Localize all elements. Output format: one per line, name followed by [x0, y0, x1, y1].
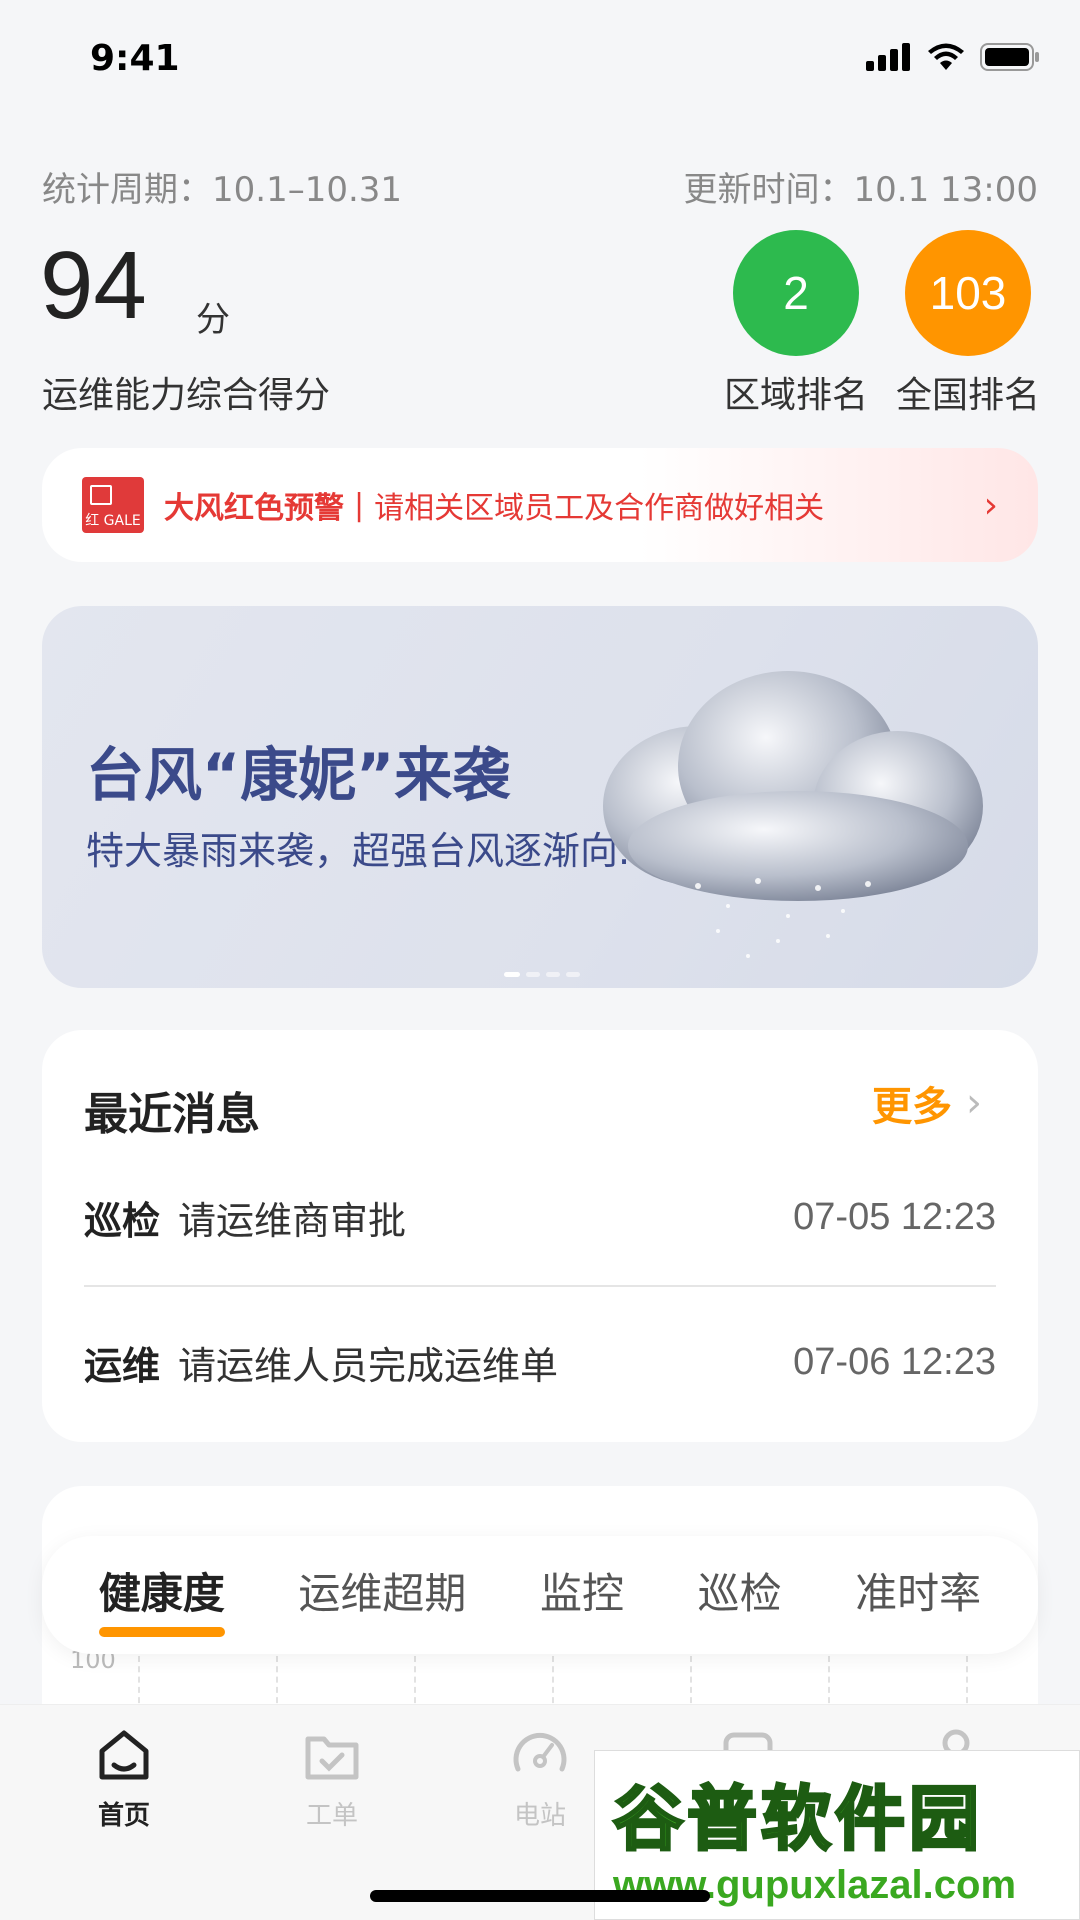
active-tab-indicator [98, 1626, 225, 1637]
message-text: 请运维人员完成运维单 [178, 1344, 559, 1388]
warning-title: 大风红色预警 [164, 491, 344, 526]
gauge-icon [513, 1732, 567, 1772]
weather-warning-banner[interactable]: 红 GALE 大风红色预警 | 请相关区域员工及合作商做好相关 › [42, 448, 1038, 562]
warning-text: 请相关区域员工及合作商做好相关 [374, 491, 825, 526]
stat-period: 统计周期：10.1–10.31 [42, 170, 403, 210]
status-time: 9:41 [90, 38, 180, 79]
national-rank-badge[interactable]: 103 [905, 230, 1031, 356]
tab-ontime-rate[interactable]: 准时率 [855, 1560, 981, 1631]
tab-label: 准时率 [855, 1568, 982, 1618]
message-datetime: 07-06 12:23 [793, 1341, 996, 1383]
nav-label: 工单 [305, 1801, 358, 1831]
nav-label: 电站 [513, 1801, 566, 1831]
score-unit: 分 [196, 300, 230, 340]
regional-rank-label: 区域排名 [723, 375, 868, 416]
tab-monitor[interactable]: 监控 [540, 1560, 624, 1631]
home-icon [99, 1730, 149, 1780]
update-time: 更新时间：10.1 13:00 [683, 170, 1039, 210]
tab-label: 巡检 [697, 1568, 782, 1618]
storm-cloud-icon [603, 671, 983, 958]
home-indicator[interactable] [370, 1890, 710, 1902]
chevron-right-icon: › [966, 1080, 982, 1126]
message-tag: 巡检 [84, 1199, 161, 1243]
tab-label: 健康度 [98, 1568, 225, 1618]
warning-separator: | [354, 487, 365, 523]
nav-station[interactable]: 电站 [470, 1725, 610, 1832]
typhoon-banner[interactable]: 台风“康妮”来袭 特大暴雨来袭，超强台风逐渐向... [42, 606, 1038, 988]
battery-icon [980, 43, 1039, 71]
message-text: 请运维商审批 [178, 1199, 407, 1243]
message-datetime: 07-05 12:23 [793, 1196, 996, 1238]
recent-messages-card: 最近消息 更多 › 巡检 请运维商审批 07-05 12:23 运维 请运维人员… [42, 1030, 1038, 1442]
carousel-indicator [504, 972, 580, 977]
tab-label: 监控 [539, 1568, 624, 1618]
overall-score: 94 [40, 232, 147, 339]
carousel-dot[interactable] [504, 972, 520, 977]
message-item[interactable]: 运维 请运维人员完成运维单 07-06 12:23 [84, 1335, 996, 1390]
watermark-title: 谷普软件园 [612, 1777, 983, 1862]
messages-title: 最近消息 [84, 1089, 260, 1140]
status-icons [866, 42, 1040, 72]
tab-overdue[interactable]: 运维超期 [298, 1560, 466, 1631]
folder-check-icon [305, 1736, 359, 1780]
gale-warning-icon: 红 GALE [82, 477, 144, 533]
carousel-dot[interactable] [546, 972, 560, 977]
national-rank-label: 全国排名 [895, 375, 1040, 416]
divider [84, 1285, 996, 1287]
message-tag: 运维 [84, 1344, 161, 1388]
more-label: 更多 [872, 1084, 952, 1130]
wifi-icon [928, 43, 964, 70]
more-button[interactable]: 更多 › [872, 1074, 982, 1132]
regional-rank-badge[interactable]: 2 [733, 230, 859, 356]
nav-home[interactable]: 首页 [54, 1725, 194, 1832]
carousel-dot[interactable] [526, 972, 540, 977]
tab-label: 运维超期 [298, 1568, 467, 1618]
tab-inspection[interactable]: 巡检 [698, 1560, 782, 1631]
nav-workorder[interactable]: 工单 [262, 1725, 402, 1832]
metric-tabs: 健康度 运维超期 监控 巡检 准时率 [42, 1536, 1038, 1654]
tab-health[interactable]: 健康度 [98, 1560, 225, 1637]
message-item[interactable]: 巡检 请运维商审批 07-05 12:23 [84, 1190, 996, 1245]
chevron-right-icon: › [983, 484, 998, 526]
status-bar: 9:41 [0, 0, 1080, 120]
typhoon-title: 台风“康妮”来袭 [86, 741, 511, 809]
carousel-dot[interactable] [566, 972, 580, 977]
typhoon-subtitle: 特大暴雨来袭，超强台风逐渐向... [86, 829, 655, 873]
nav-label: 首页 [97, 1801, 150, 1831]
score-label: 运维能力综合得分 [42, 375, 331, 416]
signal-icon [866, 43, 910, 71]
